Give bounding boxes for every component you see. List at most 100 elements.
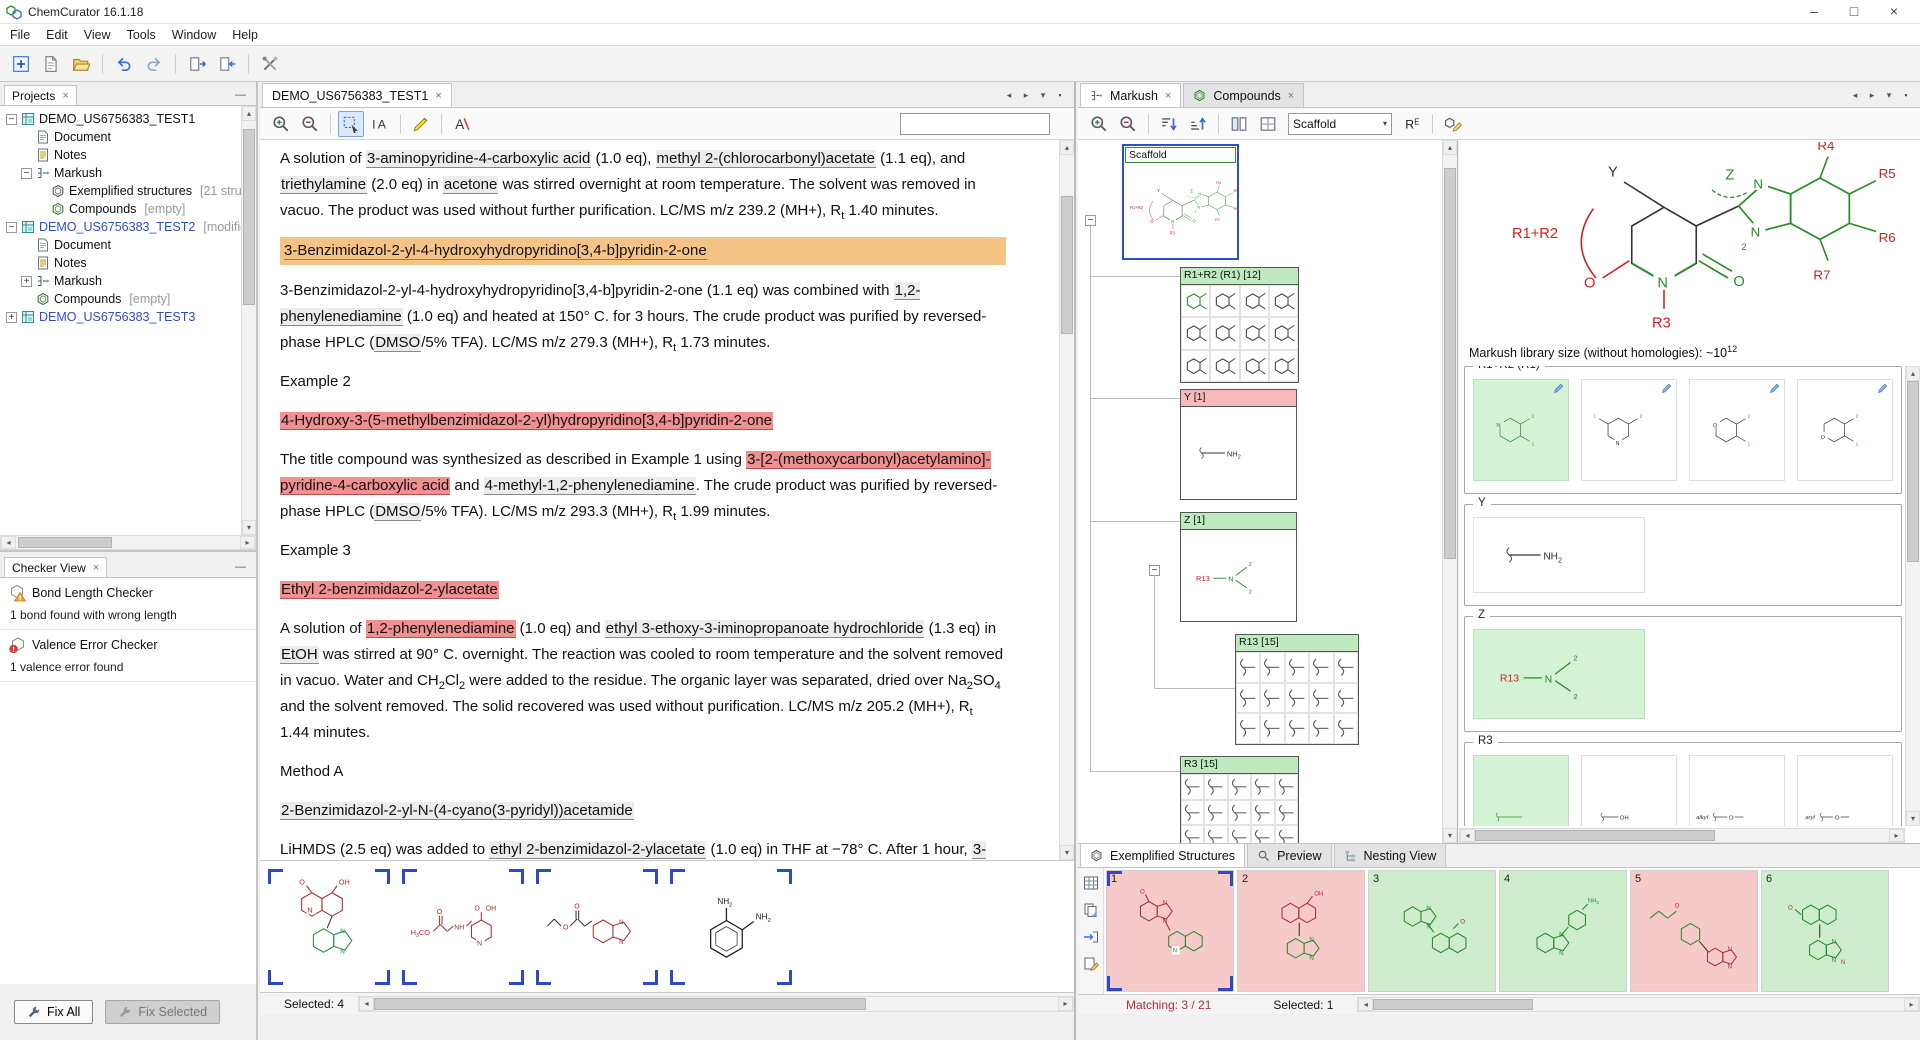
scroll-right-icon[interactable]: ▸ [1018, 87, 1034, 103]
undo-button[interactable] [111, 51, 137, 77]
fragment-cell[interactable] [1334, 713, 1358, 744]
structure-thumbnail-2[interactable]: H3COONHNOOH [402, 869, 524, 985]
rgroup-node-r1-r2-r1[interactable]: R1+R2 (R1) [12] [1180, 267, 1299, 383]
tab-list-icon[interactable]: ▾ [1035, 87, 1051, 103]
rgroup-node-y[interactable]: Y [1]NH2 [1180, 389, 1297, 500]
rgroup-node-z[interactable]: Z [1]R13N22 [1180, 512, 1297, 622]
rgroup-definition-card[interactable]: O21 [1689, 379, 1785, 481]
scroll-thumb[interactable] [243, 129, 255, 305]
fragment-cell[interactable] [1251, 774, 1274, 800]
close-button[interactable]: × [1874, 0, 1914, 24]
tab-exemplified-structures[interactable]: Exemplified Structures [1080, 843, 1245, 867]
scroll-track[interactable] [242, 121, 256, 520]
fragment-cell[interactable] [1275, 825, 1298, 843]
rgroup-definition-card[interactable]: arylO [1797, 755, 1893, 826]
scroll-track[interactable] [1060, 155, 1074, 845]
fragment-cell[interactable] [1228, 774, 1251, 800]
clear-annotation-button[interactable]: A [449, 111, 475, 137]
sort-ascending-button[interactable] [1185, 111, 1211, 137]
fragment-cell[interactable] [1285, 683, 1309, 714]
document-tab[interactable]: DEMO_US6756383_TEST1 × [262, 83, 452, 107]
redo-button[interactable] [141, 51, 167, 77]
menu-window[interactable]: Window [164, 26, 224, 44]
menu-tools[interactable]: Tools [119, 26, 164, 44]
menu-help[interactable]: Help [224, 26, 266, 44]
fragment-cell[interactable] [1285, 713, 1309, 744]
scroll-thumb[interactable] [1444, 168, 1456, 558]
exemplified-structure-card-3[interactable]: 3NNO [1368, 870, 1496, 992]
exemplified-structure-card-2[interactable]: 2OHNN [1237, 870, 1365, 992]
ring-variant-cell[interactable] [1210, 285, 1239, 317]
structure-thumbnail-3[interactable]: OONN [536, 869, 658, 985]
exemplified-structure-card-5[interactable]: 5ONN [1630, 870, 1758, 992]
rgroup-definition-card[interactable]: NH2 [1473, 517, 1645, 593]
close-tab-icon[interactable]: × [1165, 91, 1171, 101]
tree-vertical-scrollbar[interactable]: ▴▾ [1442, 140, 1457, 843]
fragment-cell[interactable] [1275, 800, 1298, 826]
scroll-track[interactable] [1906, 381, 1920, 811]
scroll-left-button[interactable]: ◂ [1460, 829, 1475, 842]
fragment-cell[interactable] [1181, 774, 1204, 800]
tree-expander-icon[interactable]: − [6, 114, 17, 125]
scroll-thumb[interactable] [1061, 196, 1073, 334]
annotated-term[interactable]: 3-aminopyridine-4-carboxylic acid [366, 150, 591, 168]
edit-structure-button[interactable] [1440, 111, 1466, 137]
close-tab-icon[interactable]: × [1288, 91, 1294, 101]
structure-thumbnail-1[interactable]: OOHNNN [268, 869, 390, 985]
exemplified-structure-card-1[interactable]: 1NNNO [1106, 870, 1234, 992]
scroll-thumb[interactable] [1373, 999, 1532, 1010]
scroll-thumb[interactable] [18, 537, 112, 548]
tree-expander-icon[interactable]: − [21, 168, 32, 179]
highlighted-compound[interactable]: Ethyl 2-benzimidazol-2-ylacetate [280, 581, 499, 599]
close-checker-icon[interactable]: × [93, 563, 99, 573]
ring-variant-cell[interactable] [1269, 317, 1298, 349]
rgroup-node-r13[interactable]: R13 [15] [1235, 634, 1359, 745]
scroll-track[interactable] [374, 997, 1058, 1011]
text-selection-tool-button[interactable]: IA [367, 111, 393, 137]
open-project-button[interactable] [68, 51, 94, 77]
maximize-button[interactable]: □ [1834, 0, 1874, 24]
fragment-cell[interactable] [1309, 652, 1333, 683]
ring-variant-cell[interactable] [1269, 285, 1298, 317]
edit-pencil-icon[interactable] [1877, 382, 1889, 394]
document-search-input[interactable] [900, 113, 1050, 135]
annotated-term[interactable]: 4-methyl-1,2-phenylenediamine [484, 477, 696, 495]
scroll-right-icon[interactable]: ▸ [1864, 87, 1880, 103]
annotated-term[interactable]: ethyl 2-benzimidazol-2-ylacetate [489, 841, 706, 859]
text-run[interactable]: 3-Benzimidazol-2-yl-4-hydroxyhydropyridi… [284, 242, 707, 260]
markush-structure[interactable]: YNOOR1+R2R3ZNN2R4R5R6R7 [1489, 142, 1919, 342]
fragment-cell[interactable] [1204, 800, 1227, 826]
rgroup-editor-button[interactable]: RE [1399, 111, 1425, 137]
fragment-cell[interactable] [1334, 652, 1358, 683]
new-document-button[interactable] [38, 51, 64, 77]
scroll-down-button[interactable]: ▾ [1906, 811, 1920, 826]
scroll-left-icon[interactable]: ◂ [1001, 87, 1017, 103]
annotated-term[interactable]: ethyl 3-ethoxy-3-iminopropanoate hydroch… [605, 620, 925, 638]
fragment-cell[interactable] [1309, 713, 1333, 744]
tree-item-document[interactable]: Document [2, 128, 256, 146]
scroll-up-button[interactable]: ▴ [1060, 140, 1074, 155]
tree-item-notes[interactable]: Notes [2, 146, 256, 164]
new-project-button[interactable] [8, 51, 34, 77]
annotated-term[interactable]: DMSO [374, 503, 421, 521]
fragment-cell[interactable] [1236, 713, 1260, 744]
fragment-cell[interactable] [1260, 713, 1284, 744]
tree-expander-icon[interactable]: + [6, 312, 17, 323]
collapse-expander-icon[interactable]: − [1149, 565, 1160, 576]
scroll-thumb[interactable] [1475, 830, 1715, 841]
copy-structures-button[interactable] [1081, 900, 1101, 920]
zoom-in-button[interactable] [1086, 111, 1112, 137]
scroll-down-button[interactable]: ▾ [1060, 845, 1074, 860]
tree-item-demo-us6756383-test1[interactable]: −DEMO_US6756383_TEST1 [2, 110, 256, 128]
tree-item-markush[interactable]: +Markush [2, 272, 256, 290]
exemplified-structure-card-6[interactable]: 6ONNN [1761, 870, 1889, 992]
fragment-cell[interactable] [1236, 652, 1260, 683]
annotated-term[interactable]: methyl 2-(chlorocarbonyl)acetate [656, 150, 876, 168]
scroll-down-button[interactable]: ▾ [242, 520, 256, 535]
annotated-term[interactable]: EtOH [280, 646, 319, 664]
layout-columns-button[interactable] [1226, 111, 1252, 137]
rgroup-definition-card[interactable]: alkylO [1689, 755, 1785, 826]
rgroup-definition-card[interactable]: O21 [1797, 379, 1893, 481]
checker-item-bond-length-checker[interactable]: Bond Length Checker1 bond found with wro… [0, 578, 256, 630]
highlighted-compound[interactable]: 1,2-phenylenediamine [366, 620, 516, 638]
